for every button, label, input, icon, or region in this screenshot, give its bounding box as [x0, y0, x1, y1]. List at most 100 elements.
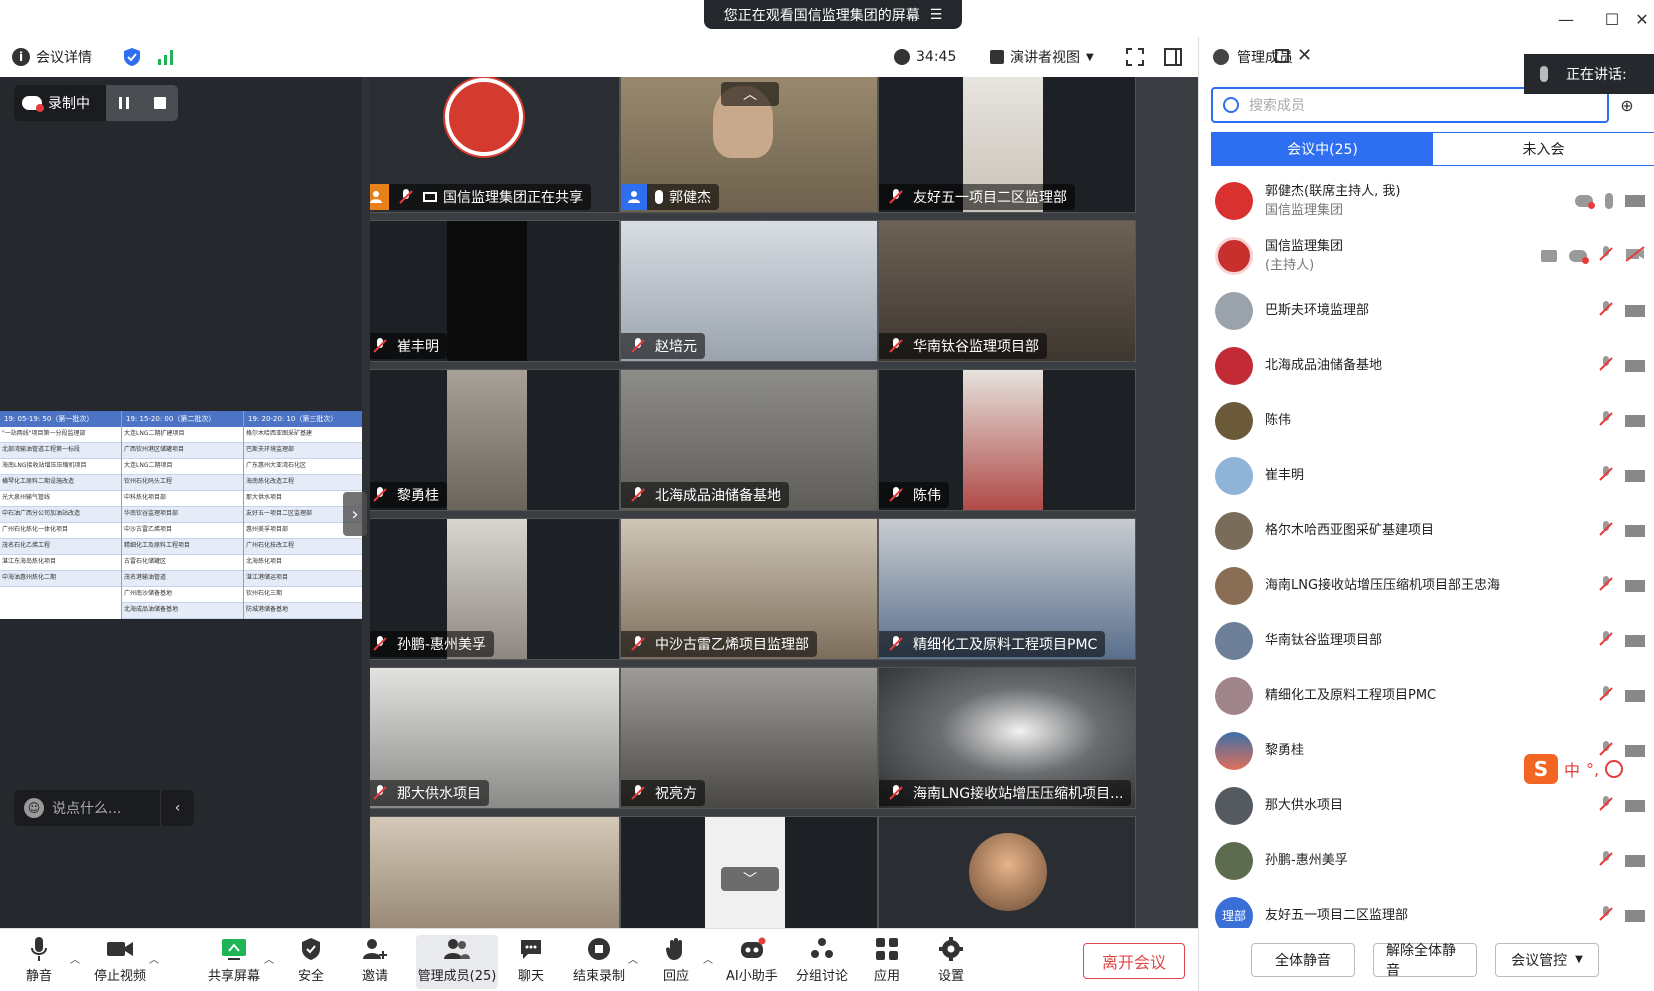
shared-screen-thumbnail[interactable]: 19: 05-19: 50（第一批次） "一站两线"项目第一分段监理部 北部湾输…	[0, 411, 370, 619]
mic-muted-icon[interactable]	[1599, 465, 1613, 487]
camera-icon[interactable]	[1625, 909, 1645, 922]
video-tile[interactable]: 北海成品油储备基地	[620, 369, 878, 511]
security-shield-icon[interactable]	[122, 37, 142, 77]
video-tile[interactable]	[370, 816, 620, 928]
mic-muted-icon[interactable]	[1599, 520, 1613, 542]
video-tile[interactable]: 海南LNG接收站增压压缩机项目...	[878, 667, 1136, 809]
maximize-icon[interactable]: ☐	[1600, 8, 1624, 30]
emoji-icon[interactable]: ☺	[24, 798, 44, 818]
mic-muted-icon[interactable]	[1599, 905, 1613, 927]
mute-button[interactable]: 静音	[26, 935, 52, 989]
chevron-up-icon[interactable]: ︿	[628, 951, 638, 966]
mic-muted-icon[interactable]	[1599, 685, 1613, 707]
security-button[interactable]: 安全	[298, 935, 324, 989]
mic-muted-icon[interactable]	[1599, 575, 1613, 597]
list-item[interactable]: 国信监理集团 (主持人)	[1199, 228, 1654, 283]
chevron-up-icon[interactable]: ︿	[264, 951, 274, 966]
list-item[interactable]: 陈伟	[1199, 393, 1654, 448]
video-tile[interactable]: 孙鹏-惠州美孚	[370, 518, 620, 660]
share-banner[interactable]: 您正在观看国信监理集团的屏幕 ☰	[704, 0, 962, 29]
meeting-control-dropdown[interactable]: 会议管控 ▼	[1495, 942, 1599, 977]
stop-recording-button[interactable]	[142, 85, 178, 121]
chat-button[interactable]: 聊天	[518, 935, 544, 989]
fullscreen-icon[interactable]	[1126, 37, 1144, 77]
video-tile[interactable]: 华南钛谷监理项目部	[878, 220, 1136, 362]
camera-icon[interactable]	[1625, 359, 1645, 372]
camera-icon[interactable]	[1625, 689, 1645, 702]
share-screen-button[interactable]: 共享屏幕	[208, 935, 260, 989]
unmute-all-button[interactable]: 解除全体静音	[1373, 942, 1477, 979]
chevron-up-icon[interactable]: ︿	[70, 951, 80, 966]
video-tile[interactable]: 崔丰明	[370, 220, 620, 362]
mic-muted-icon[interactable]	[1599, 245, 1613, 267]
ime-toolbar[interactable]: S 中 °,	[1524, 751, 1654, 787]
tab-in-meeting[interactable]: 会议中(25)	[1212, 133, 1433, 165]
camera-icon[interactable]	[1625, 304, 1645, 317]
pause-recording-button[interactable]	[106, 85, 142, 121]
menu-icon[interactable]: ☰	[930, 7, 943, 23]
meeting-details-button[interactable]: i 会议详情	[12, 37, 92, 77]
camera-icon[interactable]	[1625, 469, 1645, 482]
mic-muted-icon[interactable]	[1599, 630, 1613, 652]
invite-button[interactable]: 邀请	[362, 935, 388, 989]
list-item[interactable]: 华南钛谷监理项目部	[1199, 613, 1654, 668]
leave-meeting-button[interactable]: 离开会议	[1083, 943, 1185, 979]
video-tile[interactable]: 黎勇桂	[370, 369, 620, 511]
mic-muted-icon[interactable]	[1599, 850, 1613, 872]
mic-muted-icon[interactable]	[1599, 300, 1613, 322]
end-recording-button[interactable]: 结束录制	[573, 935, 625, 989]
video-tile[interactable]: 精细化工及原料工程项目PMC	[878, 518, 1136, 660]
chevron-left-icon[interactable]: ‹	[160, 790, 194, 826]
video-tile[interactable]: ﹀	[620, 816, 878, 928]
screen-share-icon[interactable]	[1541, 249, 1557, 262]
invite-member-icon[interactable]: ⊕	[1615, 93, 1639, 117]
mic-muted-icon[interactable]	[1599, 410, 1613, 432]
video-tile[interactable]: 赵培元	[620, 220, 878, 362]
minimize-icon[interactable]: —	[1554, 8, 1578, 30]
list-item[interactable]: 精细化工及原料工程项目PMC	[1199, 668, 1654, 723]
tab-not-joined[interactable]: 未入会	[1433, 133, 1654, 165]
video-tile[interactable]: 陈伟	[878, 369, 1136, 511]
breakout-rooms-button[interactable]: 分组讨论	[796, 935, 848, 989]
list-item[interactable]: 巴斯夫环境监理部	[1199, 283, 1654, 338]
page-up-button[interactable]: ︿	[721, 82, 779, 106]
cloud-record-icon[interactable]	[1575, 194, 1595, 209]
camera-icon[interactable]	[1625, 634, 1645, 647]
signal-icon[interactable]	[157, 37, 175, 77]
cloud-record-icon[interactable]	[1569, 249, 1589, 264]
camera-icon[interactable]	[1625, 194, 1645, 207]
reactions-button[interactable]: 回应	[663, 935, 689, 989]
close-window-icon[interactable]: ✕	[1630, 8, 1654, 30]
sidebar-toggle-icon[interactable]	[1164, 37, 1182, 77]
close-panel-icon[interactable]: ✕	[1297, 45, 1312, 66]
video-tile[interactable]: 那大供水项目	[370, 667, 620, 809]
camera-icon[interactable]	[1625, 524, 1645, 537]
mute-all-button[interactable]: 全体静音	[1251, 942, 1355, 977]
stop-video-button[interactable]: 停止视频	[94, 935, 146, 989]
apps-button[interactable]: 应用	[874, 935, 900, 989]
camera-off-icon[interactable]	[1625, 245, 1645, 266]
video-tile[interactable]: 中沙古雷乙烯项目监理部	[620, 518, 878, 660]
camera-icon[interactable]	[1625, 579, 1645, 592]
list-item[interactable]: 北海成品油储备基地	[1199, 338, 1654, 393]
camera-icon[interactable]	[1625, 414, 1645, 427]
list-item[interactable]: 格尔木哈西亚图采矿基建项目	[1199, 503, 1654, 558]
mic-icon[interactable]	[1605, 192, 1613, 209]
view-mode-dropdown[interactable]: 演讲者视图 ▼	[990, 37, 1094, 77]
popout-icon[interactable]	[1275, 49, 1289, 63]
ai-assistant-button[interactable]: AI小助手	[726, 935, 778, 989]
chat-input[interactable]: ☺ 说点什么... ‹	[14, 790, 194, 826]
mic-muted-icon[interactable]	[1599, 355, 1613, 377]
chevron-up-icon[interactable]: ︿	[703, 951, 713, 966]
video-tile[interactable]: 国信监理集团正在共享	[370, 77, 620, 213]
camera-icon[interactable]	[1625, 799, 1645, 812]
mic-muted-icon[interactable]	[1599, 795, 1613, 817]
list-item[interactable]: 海南LNG接收站增压压缩机项目部王忠海	[1199, 558, 1654, 613]
settings-button[interactable]: 设置	[938, 935, 964, 989]
chevron-up-icon[interactable]: ︿	[149, 951, 159, 966]
video-tile[interactable]: 友好五一项目二区监理部	[878, 77, 1136, 213]
list-item[interactable]: 郭健杰(联席主持人, 我) 国信监理集团	[1199, 173, 1654, 228]
manage-members-button[interactable]: 管理成员(25)	[416, 935, 498, 989]
list-item[interactable]: 崔丰明	[1199, 448, 1654, 503]
video-tile[interactable]	[878, 816, 1136, 928]
